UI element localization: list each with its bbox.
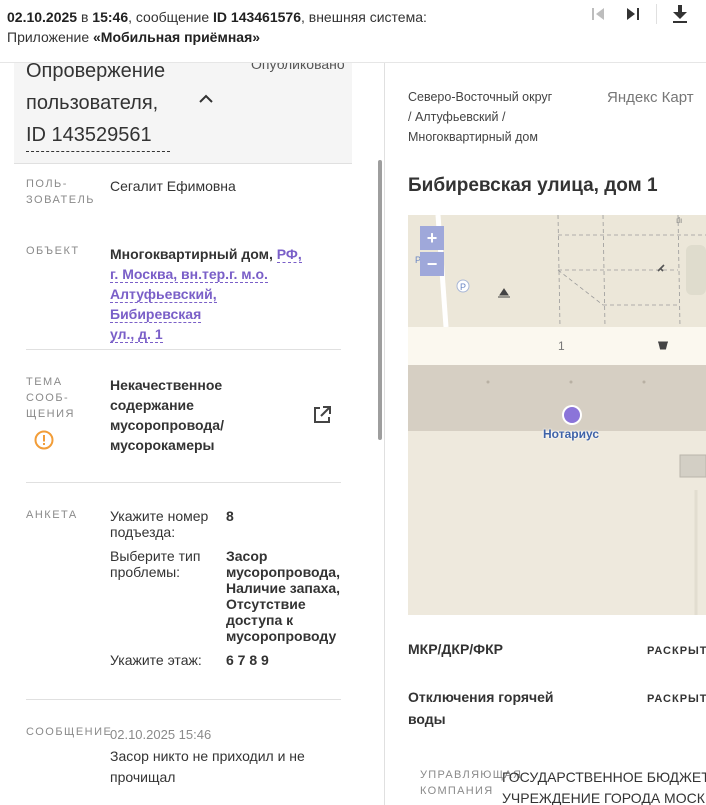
message-time: 15:46 <box>92 9 129 25</box>
zoom-in-button[interactable]: + <box>420 226 444 250</box>
message-label: СООБЩЕНИЕ <box>26 726 113 738</box>
appeal-id[interactable]: ID 143529561 <box>26 119 170 152</box>
management-company-value: ГОСУДАРСТВЕННОЕ БЮДЖЕТНО УЧРЕЖДЕНИЕ ГОРО… <box>502 767 706 805</box>
user-label-line1: ПОЛЬ- <box>26 178 68 190</box>
topic-line3: мусоропровода/ <box>110 417 224 433</box>
breadcrumb-district: Северо-Восточный округ <box>408 90 553 104</box>
topbar-divider <box>656 4 657 24</box>
appeal-title: Опровержение пользователя, ID 143529561 <box>26 63 186 152</box>
message-word: , сообщение <box>128 9 210 25</box>
download-button[interactable] <box>667 2 693 26</box>
user-name: Сегалит Ефимовна <box>110 178 236 194</box>
map-house-number: 1 <box>558 339 565 353</box>
appeal-details-panel: Опровержение пользователя, ID 143529561 … <box>0 63 385 805</box>
object-type: Многоквартирный дом, <box>110 246 273 262</box>
row-divider <box>26 349 341 350</box>
svg-text:ılı: ılı <box>676 216 682 225</box>
breadcrumb: Северо-Восточный округ / Алтуфьевский / … <box>408 87 578 147</box>
skip-next-button[interactable] <box>620 2 646 26</box>
skip-next-icon <box>627 8 639 20</box>
survey-answer-2-line6: мусоропроводу <box>226 628 337 644</box>
topic-line4: мусорокамеры <box>110 437 215 453</box>
user-label-line2: ЗОВАТЕЛЬ <box>26 194 96 206</box>
message-date: 02.10.2025 <box>7 9 78 25</box>
topic-label-line1: ТЕМА <box>26 376 63 388</box>
map-canvas: P P ılı <box>408 215 706 615</box>
section-title-hot-water-line1: Отключения горячей <box>408 689 554 705</box>
message-date-time: 02.10.2025 15:46 <box>110 727 212 742</box>
appeal-title-line2: пользователя, <box>26 92 159 114</box>
management-company-value-line2: УЧРЕЖДЕНИЕ ГОРОДА МОСКВЫ <box>502 790 706 805</box>
survey-answer-3: 6 7 8 9 <box>226 652 269 668</box>
topic-label-line3: ЩЕНИЯ <box>26 408 75 420</box>
topic-label-line2: СООБ- <box>26 392 70 404</box>
survey-answer-1: 8 <box>226 508 234 524</box>
message-id: ID 143461576 <box>213 9 301 25</box>
breadcrumb-area: / Алтуфьевский / <box>408 110 506 124</box>
survey-question-2: Выберите тип проблемы: <box>110 548 201 580</box>
topic-label: ТЕМА СООБ- ЩЕНИЯ <box>26 374 75 422</box>
location-panel: Северо-Восточный округ / Алтуфьевский / … <box>385 63 706 805</box>
appeal-title-line1: Опровержение <box>26 63 166 82</box>
breadcrumb-building-type: Многоквартирный дом <box>408 130 538 144</box>
row-divider <box>26 482 341 483</box>
survey-question-1: Укажите номер подъезда: <box>110 508 209 540</box>
survey-answer-2-line1: Засор <box>226 548 268 564</box>
user-label: ПОЛЬ- ЗОВАТЕЛЬ <box>26 176 95 208</box>
map-poi-label: Нотариус <box>543 427 600 441</box>
message-info-text: 02.10.2025 в 15:46, сообщение ID 1434615… <box>7 7 427 47</box>
message-text: Засор никто не приходил и не прочищал <box>110 748 305 785</box>
app-name: «Мобильная приёмная» <box>93 29 261 45</box>
system-text: , внешняя система: <box>300 9 427 25</box>
external-link-icon[interactable] <box>312 405 332 425</box>
skip-first-button[interactable] <box>585 2 611 26</box>
survey-question-3: Укажите этаж: <box>110 652 202 668</box>
survey-answer-2-line2: мусоропровода, <box>226 564 340 580</box>
download-icon <box>673 5 687 23</box>
object-address-link-2[interactable]: г. Москва, вн.тер.г. м.о. <box>110 266 268 283</box>
object-address-link-3[interactable]: Алтуфьевский, Бибиревская <box>110 286 217 323</box>
object-value: Многоквартирный дом, РФ, г. Москва, вн.т… <box>110 244 310 344</box>
survey-label: АНКЕТА <box>26 509 78 521</box>
section-title-capital-repair: МКР/ДКР/ФКР <box>408 641 504 657</box>
management-company-label-line1: УПРАВЛЯЮЩАЯ <box>420 769 523 781</box>
left-panel-scrollbar[interactable] <box>378 160 382 440</box>
zoom-out-button[interactable]: − <box>420 252 444 276</box>
in-word: в <box>80 9 89 25</box>
expand-hot-water-button[interactable]: РАСКРЫТЬ <box>647 693 706 705</box>
message-info-bar: 02.10.2025 в 15:46, сообщение ID 1434615… <box>0 0 706 63</box>
map-pin-icon[interactable] <box>561 404 583 426</box>
survey-answer-2: Засор мусоропровода, Наличие запаха, Отс… <box>226 548 341 644</box>
map-provider-link[interactable]: Яндекс Карт <box>607 89 694 106</box>
section-title-hot-water: Отключения горячей воды <box>408 686 554 730</box>
survey-answer-2-line5: доступа к <box>226 612 294 628</box>
management-company-label-line2: КОМПАНИЯ <box>420 785 494 797</box>
app-prefix: Приложение <box>7 29 90 45</box>
object-address-link-4[interactable]: ул., д. 1 <box>110 326 163 343</box>
svg-text:P: P <box>460 282 466 292</box>
topic-value: Некачественное содержание мусоропровода/… <box>110 375 290 455</box>
skip-first-icon <box>592 8 604 20</box>
management-company-label: УПРАВЛЯЮЩАЯ КОМПАНИЯ <box>420 767 523 799</box>
expand-capital-repair-button[interactable]: РАСКРЫТЬ <box>647 645 706 657</box>
section-title-hot-water-line2: воды <box>408 711 446 727</box>
map-view[interactable]: P P ılı 1 Нотариус + − <box>408 215 706 615</box>
address-title: Бибиревская улица, дом 1 <box>408 175 658 196</box>
appeal-header: Опровержение пользователя, ID 143529561 … <box>14 63 352 164</box>
topic-line1: Некачественное <box>110 377 223 393</box>
object-label: ОБЪЕКТ <box>26 245 80 257</box>
warning-icon <box>34 430 54 450</box>
topic-line2: содержание <box>110 397 194 413</box>
chevron-up-icon[interactable] <box>198 91 214 107</box>
publication-status: Опубликовано <box>251 63 345 72</box>
survey-answer-2-line3: Наличие запаха, <box>226 580 341 596</box>
object-address-link-1[interactable]: РФ, <box>276 246 302 263</box>
management-company-value-line1: ГОСУДАРСТВЕННОЕ БЮДЖЕТНО <box>502 769 706 785</box>
survey-answer-2-line4: Отсутствие <box>226 596 306 612</box>
row-divider <box>26 699 341 700</box>
